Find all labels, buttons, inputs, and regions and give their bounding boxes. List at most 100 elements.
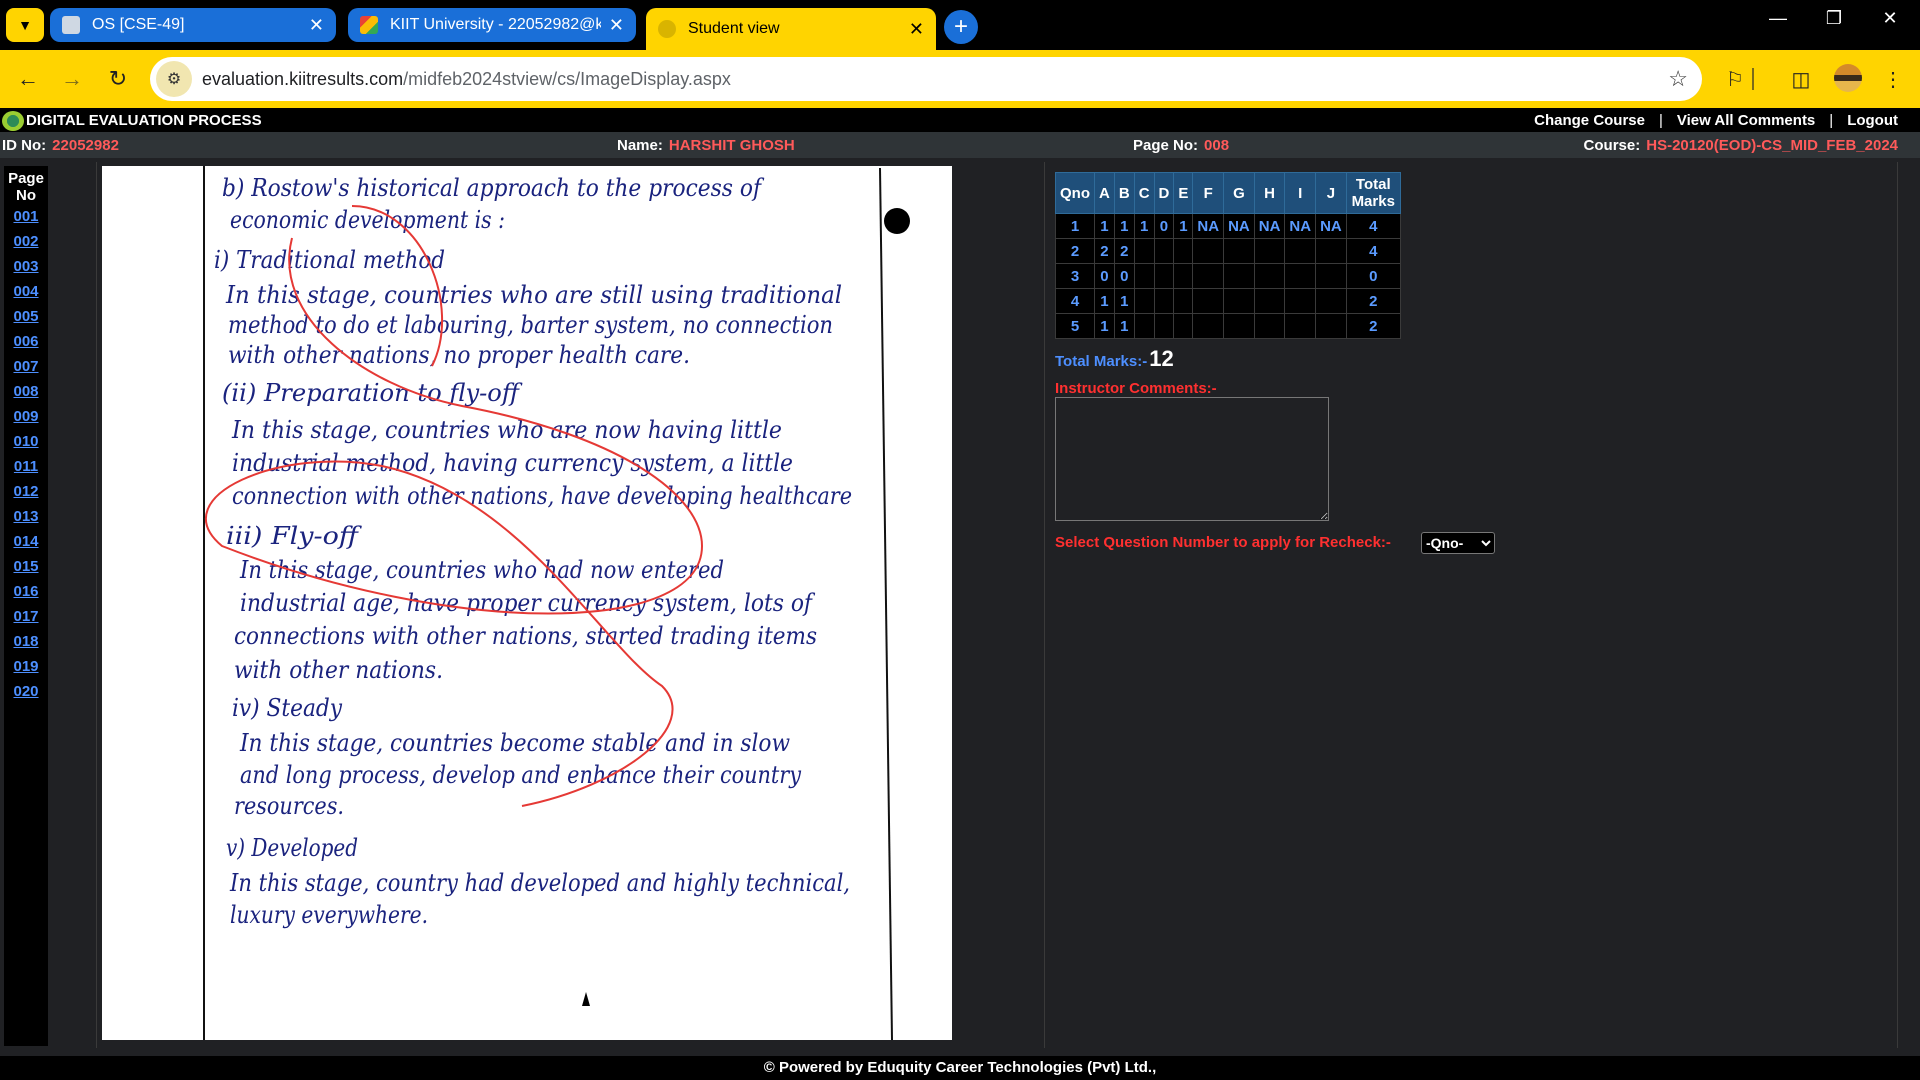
new-tab-button[interactable]: +: [944, 10, 978, 44]
marks-cell: [1133, 238, 1155, 264]
minimize-icon[interactable]: —: [1758, 8, 1798, 29]
marks-cell: 0: [1113, 263, 1135, 289]
tab-kiit-mail[interactable]: KIIT University - 22052982@kiit.ac.in ✕: [348, 8, 636, 42]
change-course-link[interactable]: Change Course: [1534, 112, 1645, 129]
logout-link[interactable]: Logout: [1847, 112, 1898, 129]
divider: [1897, 162, 1898, 1048]
restore-icon[interactable]: ❐: [1814, 8, 1854, 29]
close-icon[interactable]: ✕: [909, 19, 924, 40]
marks-cell: [1315, 313, 1347, 339]
id-label: ID No:: [2, 137, 47, 154]
handwritten-line: method to do et labouring, barter system…: [228, 311, 833, 339]
page-link-008[interactable]: 008: [4, 379, 48, 404]
id-field: ID No: 22052982: [2, 137, 119, 154]
marks-cell: [1253, 263, 1286, 289]
view-all-comments-link[interactable]: View All Comments: [1677, 112, 1815, 129]
handwritten-line: connections with other nations, started …: [234, 622, 817, 650]
course-label: Course:: [1583, 137, 1641, 154]
marks-cell: 4: [1345, 213, 1401, 239]
page-link-016[interactable]: 016: [4, 579, 48, 604]
page-link-010[interactable]: 010: [4, 429, 48, 454]
marks-cell: [1315, 288, 1347, 314]
forward-arrow-icon[interactable]: →: [56, 63, 88, 95]
extensions-icon[interactable]: ⚐: [1720, 64, 1750, 94]
site-settings-icon[interactable]: ⚙: [156, 61, 192, 97]
handwritten-line: v) Developed: [226, 834, 358, 862]
marks-cell: 2: [1345, 288, 1401, 314]
page-link-005[interactable]: 005: [4, 304, 48, 329]
page-link-009[interactable]: 009: [4, 404, 48, 429]
marks-cell: [1192, 313, 1225, 339]
page-link-014[interactable]: 014: [4, 529, 48, 554]
marks-cell: NA: [1223, 213, 1255, 239]
page-link-018[interactable]: 018: [4, 629, 48, 654]
back-arrow-icon[interactable]: ←: [12, 63, 44, 95]
marks-col-header: C: [1133, 172, 1155, 214]
marks-cell: [1173, 263, 1194, 289]
marks-cell: [1153, 313, 1175, 339]
page-link-020[interactable]: 020: [4, 679, 48, 704]
page-link-011[interactable]: 011: [4, 454, 48, 479]
address-bar[interactable]: ⚙ evaluation.kiitresults.com/midfeb2024s…: [150, 57, 1702, 101]
page-link-019[interactable]: 019: [4, 654, 48, 679]
marks-row: 1 1 1 1 0 1 NA NA NA NA NA 4: [1055, 213, 1401, 239]
handwritten-line: with other nations.: [234, 656, 443, 684]
marks-col-header: Total Marks: [1345, 172, 1401, 214]
page-link-007[interactable]: 007: [4, 354, 48, 379]
more-menu-icon[interactable]: ⋮: [1878, 64, 1908, 94]
tab-student-view[interactable]: Student view ✕: [646, 8, 936, 50]
page-link-012[interactable]: 012: [4, 479, 48, 504]
answer-sheet-image: b) Rostow's historical approach to the p…: [102, 166, 952, 1040]
reload-icon[interactable]: ↻: [102, 63, 134, 95]
page-link-006[interactable]: 006: [4, 329, 48, 354]
instructor-comments-box[interactable]: [1055, 397, 1329, 521]
tab-search-button[interactable]: ▼: [6, 8, 44, 42]
side-panel-icon[interactable]: ◫: [1786, 64, 1816, 94]
marks-cell: 1: [1133, 213, 1155, 239]
url-path: /midfeb2024stview/cs/ImageDisplay.aspx: [403, 68, 731, 89]
marks-cell: [1284, 263, 1317, 289]
close-icon[interactable]: ✕: [309, 15, 324, 36]
page-value: 008: [1204, 137, 1230, 154]
page-link-001[interactable]: 001: [4, 204, 48, 229]
punch-hole: [884, 208, 910, 234]
page-link-003[interactable]: 003: [4, 254, 48, 279]
student-info-bar: ID No: 22052982 Name: HARSHIT GHOSH Page N…: [0, 132, 1920, 158]
handwritten-line: iii) Fly-off: [226, 522, 362, 550]
marks-cell: [1223, 263, 1255, 289]
handwritten-line: i) Traditional method: [214, 246, 445, 274]
browser-tab-strip: ▼ OS [CSE-49] ✕ KIIT University - 220529…: [0, 0, 1920, 50]
window-close-icon[interactable]: ✕: [1870, 8, 1910, 29]
marks-cell: [1253, 288, 1286, 314]
page-link-013[interactable]: 013: [4, 504, 48, 529]
recheck-question-select[interactable]: -Qno-: [1421, 532, 1495, 554]
tab-title: Student view: [688, 20, 780, 37]
marks-cell: [1315, 263, 1347, 289]
tab-os[interactable]: OS [CSE-49] ✕: [50, 8, 336, 42]
marks-cell: [1153, 238, 1175, 264]
page-link-015[interactable]: 015: [4, 554, 48, 579]
marks-cell: NA: [1192, 213, 1225, 239]
chevron-down-icon: ▼: [18, 17, 32, 33]
marks-cell: 0: [1094, 263, 1115, 289]
url-domain: evaluation.kiitresults.com: [202, 68, 404, 89]
handwritten-line: with other nations, no proper health car…: [228, 341, 690, 369]
marks-cell: 2: [1113, 238, 1135, 264]
page-list-header: Page No: [4, 166, 48, 204]
classroom-icon: [62, 16, 80, 34]
close-icon[interactable]: ✕: [609, 15, 624, 36]
marks-cell: 1: [1055, 213, 1095, 239]
marks-cell: 2: [1055, 238, 1095, 264]
site-title: DIGITAL EVALUATION PROCESS: [26, 112, 262, 129]
marks-cell: [1153, 263, 1175, 289]
handwritten-line: b) Rostow's historical approach to the p…: [222, 174, 765, 202]
marks-col-header: B: [1113, 172, 1135, 214]
page-link-017[interactable]: 017: [4, 604, 48, 629]
page-list: Page No 001 002 003 004 005 006 007 008 009 010 01…: [4, 166, 48, 1046]
profile-avatar[interactable]: [1834, 64, 1862, 92]
handwritten-line: iv) Steady: [232, 694, 342, 722]
page-link-004[interactable]: 004: [4, 279, 48, 304]
page-link-002[interactable]: 002: [4, 229, 48, 254]
bookmark-star-icon[interactable]: ☆: [1668, 66, 1688, 92]
handwritten-line: In this stage, countries become stable a…: [239, 729, 790, 757]
